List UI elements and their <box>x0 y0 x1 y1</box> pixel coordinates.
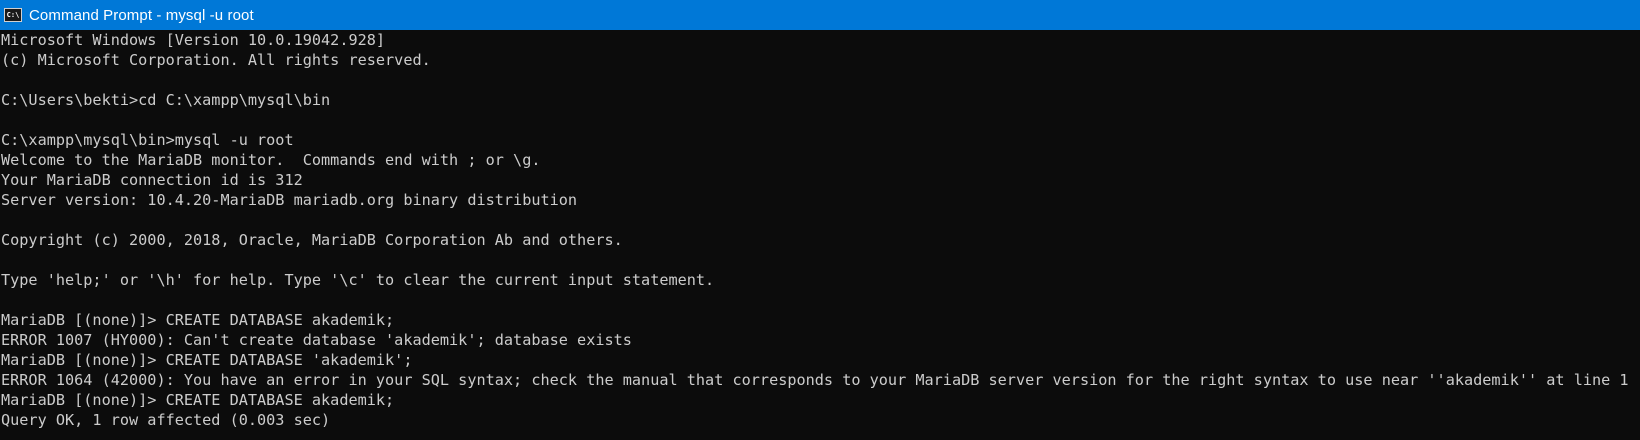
console-line: Type 'help;' or '\h' for help. Type '\c'… <box>1 271 715 289</box>
console-line: Your MariaDB connection id is 312 <box>1 171 303 189</box>
command-prompt-icon: C:\ <box>4 8 22 22</box>
window-title: Command Prompt - mysql -u root <box>29 6 254 24</box>
console-line: (c) Microsoft Corporation. All rights re… <box>1 51 431 69</box>
title-bar[interactable]: C:\ Command Prompt - mysql -u root <box>0 0 1640 30</box>
console-line: Server version: 10.4.20-MariaDB mariadb.… <box>1 191 578 209</box>
console-line: C:\Users\bekti>cd C:\xampp\mysql\bin <box>1 91 331 109</box>
console-line: MariaDB [(none)]> CREATE DATABASE 'akade… <box>1 351 413 369</box>
console-output[interactable]: Microsoft Windows [Version 10.0.19042.92… <box>0 30 1640 440</box>
console-line: C:\xampp\mysql\bin>mysql -u root <box>1 131 294 149</box>
console-line: ERROR 1064 (42000): You have an error in… <box>1 371 1629 389</box>
command-prompt-window: C:\ Command Prompt - mysql -u root Micro… <box>0 0 1640 440</box>
console-line: Microsoft Windows [Version 10.0.19042.92… <box>1 31 386 49</box>
console-line: Welcome to the MariaDB monitor. Commands… <box>1 151 541 169</box>
console-line: Query OK, 1 row affected (0.003 sec) <box>1 411 331 429</box>
console-line: MariaDB [(none)]> CREATE DATABASE akadem… <box>1 311 395 329</box>
console-line: Copyright (c) 2000, 2018, Oracle, MariaD… <box>1 231 623 249</box>
console-line: ERROR 1007 (HY000): Can't create databas… <box>1 331 632 349</box>
console-line: MariaDB [(none)]> CREATE DATABASE akadem… <box>1 391 395 409</box>
